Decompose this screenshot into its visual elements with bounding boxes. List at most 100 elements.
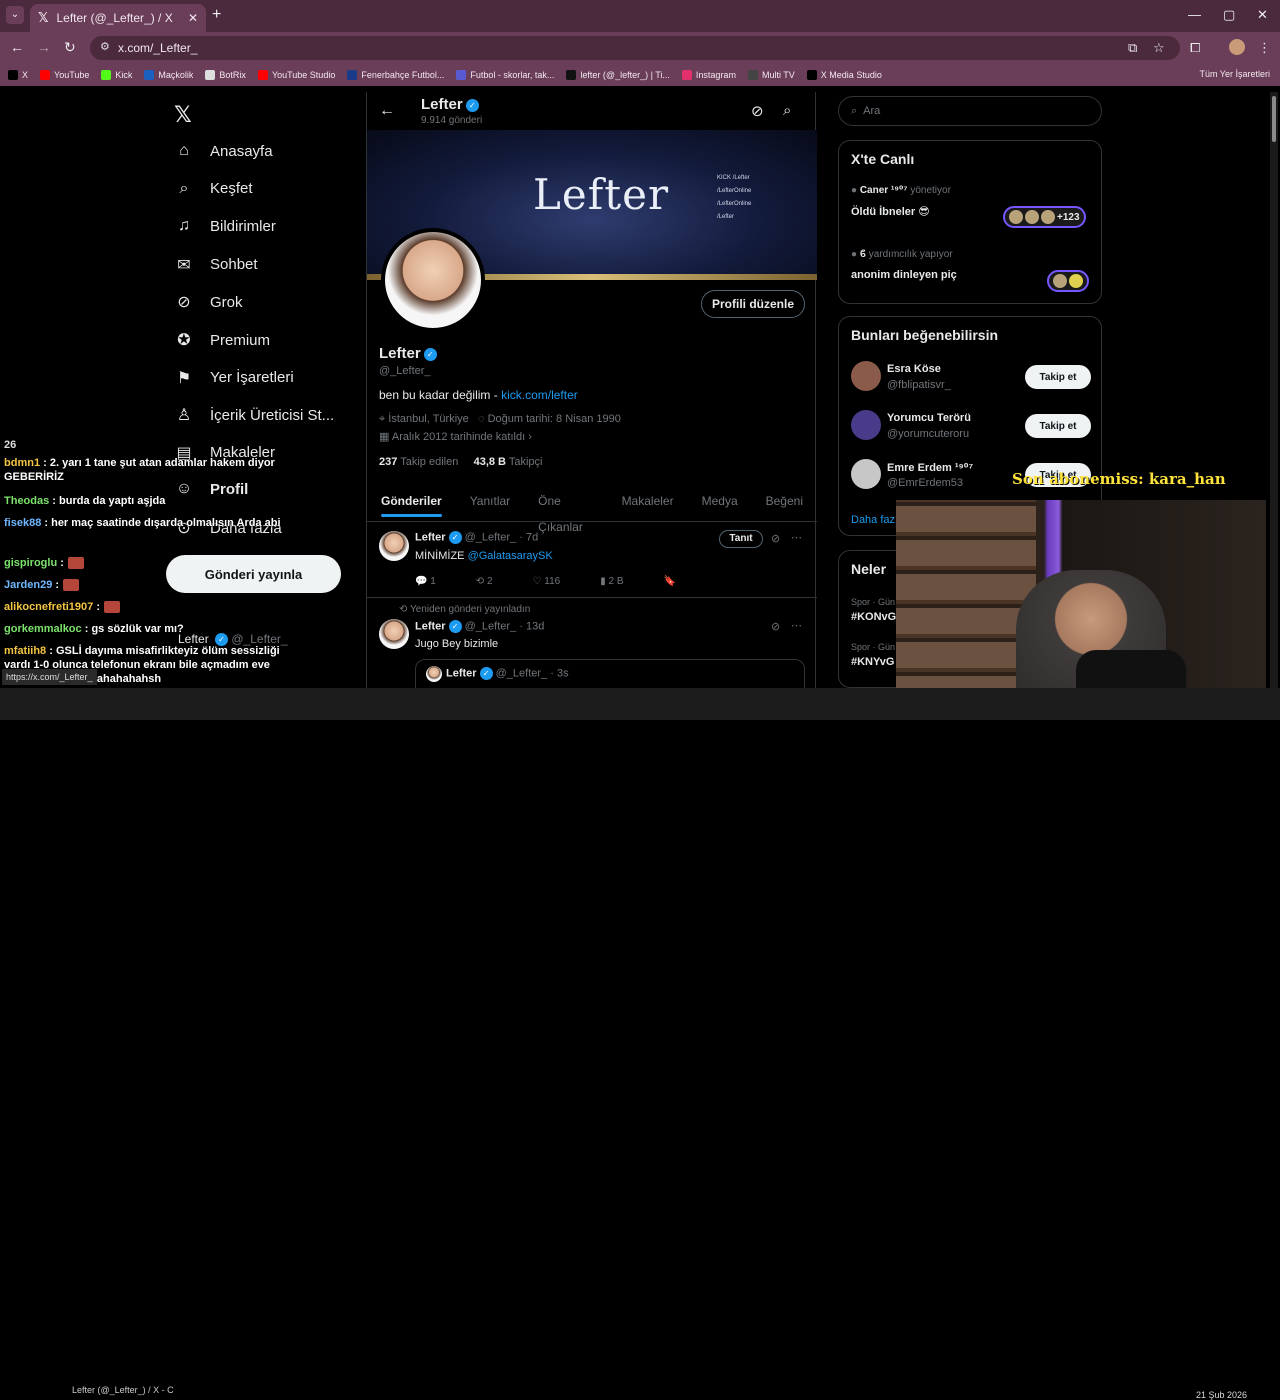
suggest-title: Bunları beğenebilirsin [851, 327, 999, 343]
search-input[interactable]: ⌕ Ara [838, 96, 1102, 126]
bookmark-item[interactable]: Fenerbahçe Futbol... [347, 70, 444, 80]
chat-message: Jarden29 : [4, 578, 284, 592]
webcam-overlay [896, 500, 1266, 706]
all-bookmarks-button[interactable]: Tüm Yer İşaretleri [1199, 69, 1270, 79]
url-text: x.com/_Lefter_ [118, 41, 198, 55]
x-logo-icon[interactable]: 𝕏 [174, 102, 192, 128]
bookmark-item[interactable]: Multi TV [747, 70, 795, 80]
tab-active[interactable]: 𝕏 Lefter (@_Lefter_) / X ✕ [30, 4, 206, 32]
bookmark-item[interactable]: X Media Studio [806, 70, 882, 80]
profile-tab[interactable]: Beğeni [752, 488, 817, 521]
menu-icon[interactable]: ⋮ [1258, 40, 1271, 56]
show-more-link[interactable]: Daha faz [851, 514, 895, 526]
back-icon[interactable]: ← [10, 39, 24, 55]
live-space-title[interactable]: anonim dinleyen piç [851, 269, 957, 281]
trends-title: Neler [851, 561, 887, 577]
bookmark-item[interactable]: Instagram [681, 70, 736, 80]
nav-item-3[interactable]: ✉ Sohbet [174, 255, 257, 275]
nav-item-1[interactable]: ⌕ Keşfet [174, 180, 253, 198]
live-listeners[interactable]: +123 [1003, 206, 1086, 228]
nav-item-0[interactable]: ⌂ Anasayfa [174, 142, 272, 160]
tweet[interactable]: Lefter ✓ @_Lefter_ · 7d Tanıt ⊘ ⋯ MİNİMİZ… [367, 523, 817, 598]
promote-button[interactable]: Tanıt [719, 530, 763, 548]
quoted-tweet[interactable]: Lefter ✓ @_Lefter_ · 3s [415, 659, 805, 688]
profile-tab[interactable]: Öne Çıkanlar [524, 488, 607, 534]
profile-tab[interactable]: Medya [688, 488, 752, 521]
bookmark-item[interactable]: Kick [101, 70, 132, 80]
bookshelf [896, 500, 1036, 706]
suggestion-avatar[interactable] [851, 361, 881, 391]
bookmark-item[interactable]: BotRix [205, 70, 246, 80]
reload-icon[interactable]: ↻ [64, 39, 76, 56]
tweet-avatar[interactable] [379, 531, 409, 561]
profile-tab[interactable]: Makaleler [608, 488, 688, 521]
reply-button[interactable]: 💬 1 [415, 576, 436, 587]
new-tab-button[interactable]: + [212, 6, 221, 24]
close-icon[interactable]: ✕ [188, 11, 198, 25]
scrollbar[interactable] [1270, 92, 1278, 688]
nav-item-6[interactable]: ⚑ Yer İşaretleri [174, 368, 294, 388]
taskbar-window[interactable]: Lefter (@_Lefter_) / X - C [72, 1385, 174, 1395]
nav-item-4[interactable]: ⊘ Grok [174, 292, 243, 312]
views-button[interactable]: ▮ 2 B [600, 576, 623, 587]
nav-item-7[interactable]: ♙ İçerik Üreticisi St... [174, 405, 334, 425]
grok-icon[interactable]: ⊘ [771, 532, 780, 545]
back-arrow-icon[interactable]: ← [379, 102, 395, 120]
more-icon[interactable]: ⋯ [791, 619, 802, 632]
live-listeners[interactable] [1047, 270, 1089, 292]
trend-name[interactable]: #KONvG [851, 611, 896, 623]
bookmark-icon[interactable]: 🔖 [664, 576, 676, 587]
forward-icon[interactable]: → [37, 39, 51, 55]
chat-username: 26 [4, 439, 17, 451]
follow-button[interactable]: Takip et [1025, 414, 1091, 438]
tweet-avatar[interactable] [379, 619, 409, 649]
search-icon[interactable]: ⌕ [783, 102, 791, 119]
site-info-icon[interactable]: ⚙ [100, 40, 110, 53]
bookmark-item[interactable]: lefter (@_lefter_) | Ti... [566, 70, 670, 80]
profile-tab[interactable]: Gönderiler [367, 488, 456, 521]
suggestion-avatar[interactable] [851, 410, 881, 440]
window-close-icon[interactable]: ✕ [1257, 7, 1268, 23]
profile-tab[interactable]: Yanıtlar [456, 488, 524, 521]
scrollbar-thumb[interactable] [1272, 96, 1276, 142]
taskbar-date: 21 Şub 2026 [1196, 1390, 1248, 1400]
minimize-icon[interactable]: — [1188, 7, 1201, 22]
profile-joined-row[interactable]: ▦ Aralık 2012 tarihinde katıldı › [379, 430, 532, 443]
following-link[interactable]: 237 Takip edilen [379, 456, 458, 468]
bookmark-item[interactable]: YouTube [40, 70, 89, 80]
suggestion-name[interactable]: Emre Erdem ¹⁹⁰⁷ [887, 461, 973, 474]
bookmark-item[interactable]: Futbol - skorlar, tak... [456, 70, 554, 80]
bookmark-item[interactable]: YouTube Studio [257, 70, 335, 80]
star-icon[interactable]: ☆ [1153, 40, 1165, 56]
edit-profile-button[interactable]: Profili düzenle [701, 290, 805, 318]
grok-icon[interactable]: ⊘ [771, 620, 780, 633]
bookmark-item[interactable]: Maçkolik [144, 70, 193, 80]
suggestion-avatar[interactable] [851, 459, 881, 489]
profile-avatar[interactable] [1229, 39, 1245, 55]
bookmark-item[interactable]: X [8, 70, 28, 80]
verified-icon: ✓ [423, 347, 437, 361]
trend-name[interactable]: #KNYvG [851, 656, 894, 668]
like-button[interactable]: ♡ 116 [533, 576, 561, 587]
suggestion-name[interactable]: Yorumcu Terörü [887, 412, 971, 424]
bio-link[interactable]: kick.com/lefter [501, 388, 578, 402]
tab-search-button[interactable]: ⌄ [6, 6, 24, 24]
grok-icon[interactable]: ⊘ [751, 102, 764, 120]
more-icon[interactable]: ⋯ [791, 531, 802, 544]
repost-button[interactable]: ⟲ 2 [476, 576, 493, 587]
nav-item-label: Grok [210, 293, 243, 311]
address-bar[interactable]: ⚙ x.com/_Lefter_ [90, 36, 1180, 60]
tweet[interactable]: ⟲ Yeniden gönderi yayınladın Lefter ✓ @_L… [367, 599, 817, 688]
suggestion-name[interactable]: Esra Köse [887, 363, 941, 375]
follow-button[interactable]: Takip et [1025, 365, 1091, 389]
followers-link[interactable]: 43,8 B Takipçi [474, 456, 543, 468]
nav-item-5[interactable]: ✪ Premium [174, 330, 270, 350]
profile-avatar[interactable] [381, 228, 485, 332]
maximize-icon[interactable]: ▢ [1223, 7, 1235, 23]
live-space-title[interactable]: Öldü İbneler 😎 [851, 205, 930, 218]
mention-link[interactable]: @GalatasaraySK [468, 550, 553, 562]
extensions-icon[interactable]: ⧠ [1190, 40, 1200, 56]
verified-icon: ✓ [479, 667, 493, 680]
install-icon[interactable]: ⧉ [1128, 40, 1137, 56]
nav-item-2[interactable]: ♫ Bildirimler [174, 217, 276, 235]
